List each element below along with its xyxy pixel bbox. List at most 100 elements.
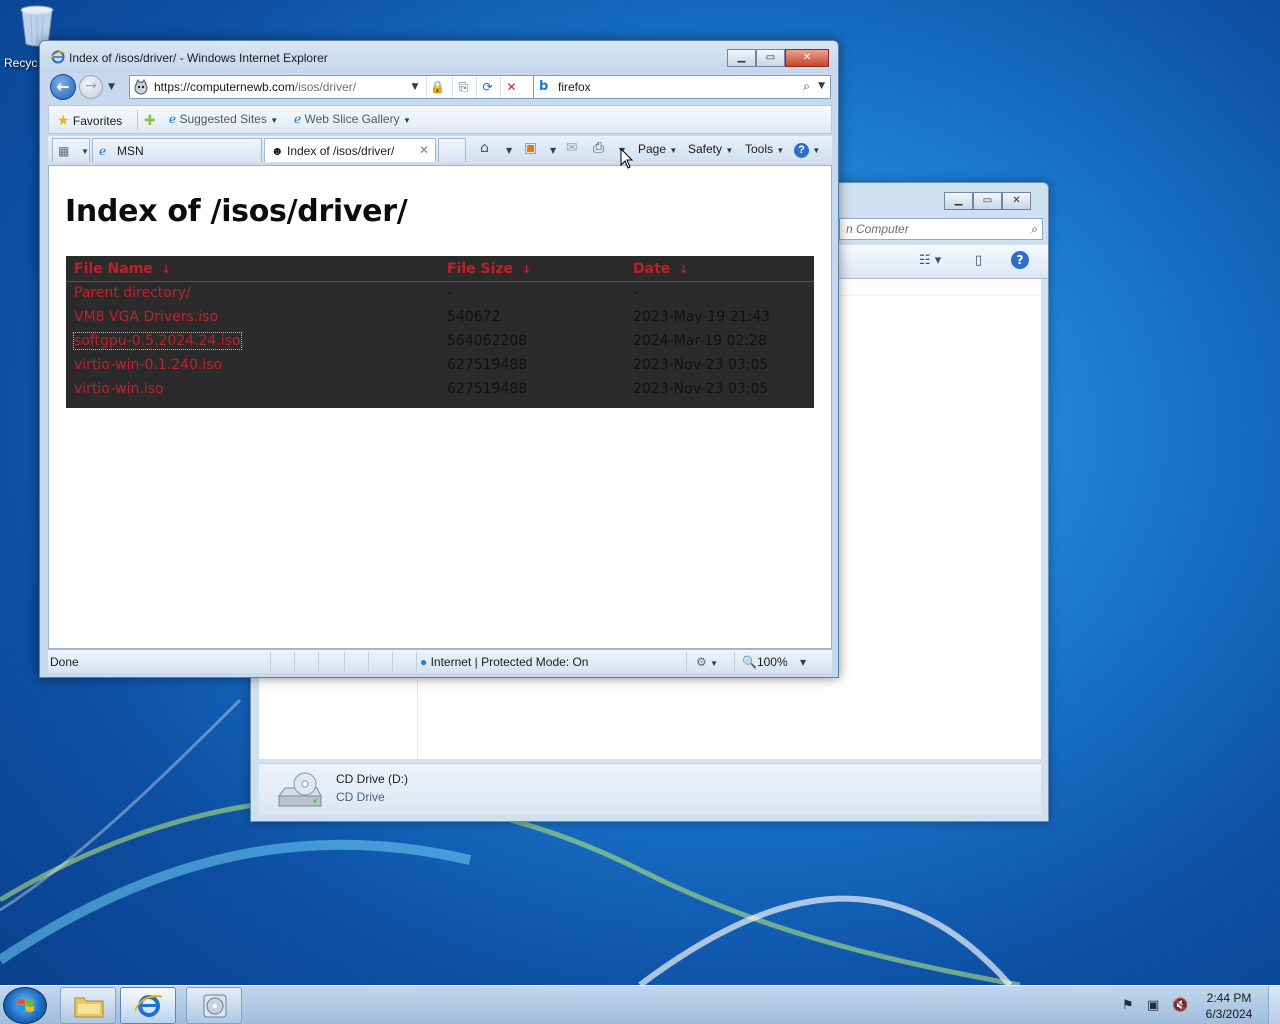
close-button[interactable]: ✕	[785, 49, 829, 67]
change-view-icon[interactable]: ☷ ▾	[919, 253, 941, 268]
tab-msn[interactable]: ℯ MSN	[92, 138, 262, 162]
tab-index-of-isos-driver[interactable]: ☻ Index of /isos/driver/ ✕	[264, 138, 436, 162]
favorites-button[interactable]: ★ Favorites	[57, 112, 122, 129]
mail-icon[interactable]: ✉	[566, 140, 578, 156]
file-link[interactable]: virtio-win.iso	[74, 381, 164, 397]
maximize-button[interactable]: ▭	[973, 192, 1002, 210]
chevron-down-icon: ▼	[812, 146, 821, 155]
close-tab-icon[interactable]: ✕	[419, 143, 429, 157]
status-text: Done	[50, 655, 79, 669]
web-slice-gallery-link[interactable]: ℯ Web Slice Gallery ▼	[294, 112, 411, 126]
home-icon[interactable]: ⌂	[480, 140, 489, 156]
print-icon[interactable]: ⎙	[593, 140, 604, 156]
system-clock[interactable]: 2:44 PM 6/3/2024	[1196, 990, 1262, 1022]
taskbar-media-player[interactable]	[186, 987, 242, 1024]
tab-label: Index of /isos/driver/	[287, 144, 395, 158]
preview-pane-icon[interactable]: ▯	[975, 253, 982, 268]
taskbar-internet-explorer[interactable]	[120, 987, 176, 1024]
favorites-star-icon: ★	[57, 112, 70, 128]
zone-label: Internet | Protected Mode: On	[430, 655, 589, 669]
device-type: CD Drive	[336, 790, 385, 804]
ie-window[interactable]: Index of /isos/driver/ - Windows Interne…	[39, 40, 839, 678]
tools-menu[interactable]: Tools ▼	[745, 142, 784, 156]
network-icon[interactable]: ▣	[1147, 998, 1159, 1013]
tab-label: MSN	[117, 144, 144, 158]
table-row: softgpu-0.5.2024.24.iso 564062208 2024-M…	[66, 330, 814, 354]
feeds-icon[interactable]: ▣	[524, 140, 537, 156]
page-viewport[interactable]: Index of /isos/driver/ File Name ↓ File …	[48, 165, 832, 649]
file-link[interactable]: softgpu-0.5.2024.24.iso	[73, 332, 242, 350]
maximize-button[interactable]: ▭	[756, 49, 785, 67]
url-text[interactable]: https://computernewb.com/isos/driver/	[154, 80, 356, 94]
zoom-control[interactable]: 🔍100%	[742, 655, 788, 669]
address-dropdown[interactable]: ▼	[404, 76, 426, 98]
file-date: 2023-Nov-23 03:05	[633, 357, 769, 373]
clock-date: 6/3/2024	[1205, 1007, 1253, 1021]
table-row: virtio-win.iso 627519488 2023-Nov-23 03:…	[66, 378, 814, 402]
close-button[interactable]: ✕	[1002, 192, 1031, 210]
tab-bar: ▦ ▼ ℯ MSN ☻ Index of /isos/driver/ ✕ ⌂ ▼…	[48, 136, 832, 164]
column-header-date[interactable]: Date ↓	[633, 261, 688, 277]
table-row: virtio-win-0.1.240.iso 627519488 2023-No…	[66, 354, 814, 378]
chevron-down-icon: ▼	[776, 146, 785, 155]
file-size: 627519488	[447, 357, 528, 373]
sort-arrow-icon: ↓	[679, 263, 689, 276]
explorer-search-input[interactable]: n Computer ⌕	[839, 218, 1043, 240]
minimize-button[interactable]: ▁	[727, 49, 756, 67]
column-header-file-name[interactable]: File Name ↓	[74, 261, 171, 277]
search-bar[interactable]: b firefox ⌕ ▼	[533, 75, 831, 99]
page-menu-label: Page	[638, 142, 667, 156]
media-disc-icon	[203, 994, 227, 1018]
compatibility-view-icon[interactable]: ⎘	[452, 76, 474, 98]
safety-menu[interactable]: Safety ▼	[688, 142, 733, 156]
help-menu[interactable]: ? ▼	[794, 142, 820, 158]
quick-tabs-button[interactable]: ▦ ▼	[52, 138, 90, 162]
window-title: Index of /isos/driver/ - Windows Interne…	[69, 51, 328, 65]
suggested-sites-link[interactable]: ℯ Suggested Sites ▼	[169, 112, 278, 126]
page-menu[interactable]: Page ▼	[638, 142, 677, 156]
recent-pages-dropdown[interactable]: ▼	[108, 82, 115, 92]
chevron-down-icon[interactable]: ▼	[506, 146, 512, 155]
popup-blocker-icon[interactable]: ⚙ ▼	[696, 655, 718, 669]
security-zone[interactable]: ● Internet | Protected Mode: On	[420, 655, 588, 669]
zoom-dropdown[interactable]: ▼	[800, 658, 806, 667]
lock-icon[interactable]: 🔒	[426, 76, 448, 98]
file-listing-table: File Name ↓ File Size ↓ Date ↓ Parent di…	[66, 256, 814, 408]
help-icon[interactable]: ?	[1011, 251, 1029, 269]
stop-icon[interactable]: ✕	[500, 76, 522, 98]
zoom-icon: 🔍	[742, 655, 757, 669]
file-link[interactable]: virtio-win-0.1.240.iso	[74, 357, 222, 373]
minimize-button[interactable]: ▁	[944, 192, 973, 210]
chevron-down-icon: ▼	[725, 146, 734, 155]
favorites-label: Favorites	[72, 114, 123, 128]
suggested-sites-label: Suggested Sites	[179, 112, 267, 126]
file-link[interactable]: VM8 VGA Drivers.iso	[74, 309, 218, 325]
file-date: 2023-Nov-23 03:05	[633, 381, 769, 397]
refresh-icon[interactable]: ⟳	[476, 76, 498, 98]
back-button[interactable]: ←	[50, 74, 76, 100]
action-center-flag-icon[interactable]: ⚑	[1122, 998, 1134, 1013]
ie-logo-icon	[135, 994, 163, 1017]
sort-arrow-icon: ↓	[161, 263, 171, 276]
file-link[interactable]: Parent directory/	[74, 285, 191, 301]
chevron-down-icon[interactable]: ▼	[550, 146, 556, 155]
search-placeholder: n Computer	[846, 222, 909, 236]
forward-button[interactable]: →	[79, 75, 103, 99]
file-size: 540672	[447, 309, 501, 325]
new-tab-button[interactable]	[438, 138, 466, 162]
ie-title-bar[interactable]: Index of /isos/driver/ - Windows Interne…	[40, 41, 838, 73]
start-button[interactable]	[3, 987, 47, 1024]
add-to-favorites-button[interactable]: ✚	[144, 112, 156, 129]
column-header-file-size[interactable]: File Size ↓	[447, 261, 531, 277]
cd-drive-icon	[275, 772, 323, 810]
column-label: File Name	[74, 261, 153, 277]
taskbar-windows-explorer[interactable]	[60, 987, 116, 1024]
navigation-bar: ← → ▼ https://computernewb.com/isos/driv…	[48, 74, 832, 102]
tools-menu-label: Tools	[745, 142, 774, 156]
sort-arrow-icon: ↓	[521, 263, 532, 276]
search-icon[interactable]: ⌕	[803, 79, 810, 94]
volume-muted-icon[interactable]: 🔇	[1172, 998, 1188, 1013]
search-options-dropdown[interactable]: ▼	[818, 81, 825, 91]
search-icon: ⌕	[1031, 222, 1038, 236]
show-desktop-button[interactable]	[1268, 986, 1280, 1024]
